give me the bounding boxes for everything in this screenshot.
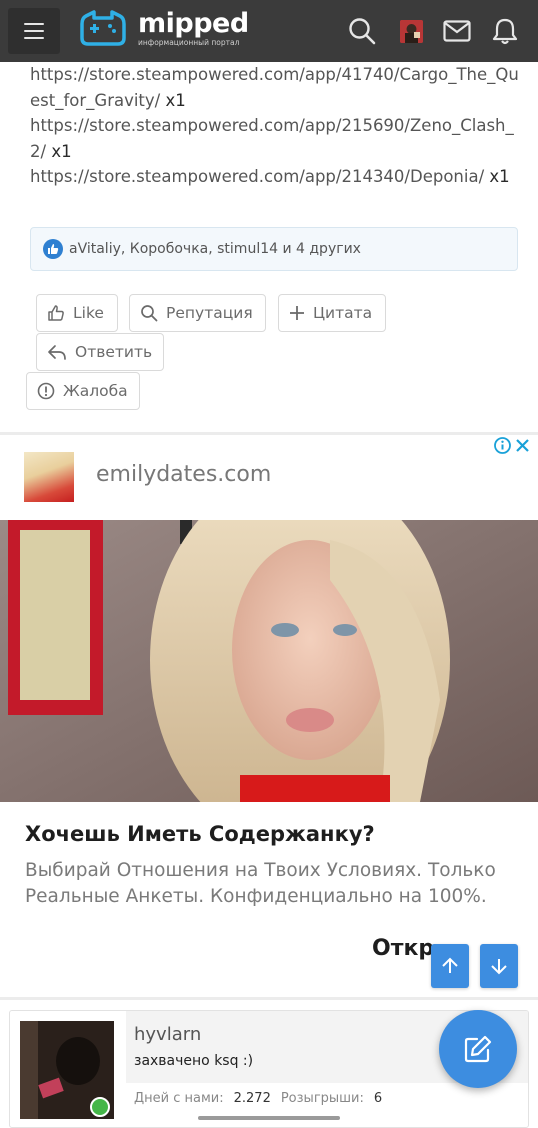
quote-button[interactable]: Цитата: [278, 294, 386, 332]
reputation-button[interactable]: Репутация: [129, 294, 266, 332]
post-body: https://store.steampowered.com/app/41740…: [30, 62, 520, 190]
bell-icon: [492, 18, 518, 45]
ad-domain: emilydates.com: [96, 462, 272, 487]
giveaways-label: Розыгрыши:: [280, 1091, 364, 1106]
menu-line-icon: [24, 30, 44, 32]
section-divider: [0, 997, 538, 1000]
reply-arrow-icon: [48, 345, 66, 360]
quote-label: Цитата: [313, 304, 373, 322]
item-count: x1: [165, 90, 186, 110]
ad-open-label: Откр: [372, 936, 435, 961]
gamepad-logo-icon: [80, 10, 126, 46]
hamburger-menu-button[interactable]: [8, 8, 60, 54]
scroll-up-button[interactable]: [431, 944, 469, 988]
home-indicator: [198, 1116, 340, 1120]
ad-thumbnail: [24, 452, 74, 502]
ad-controls: [494, 437, 530, 454]
ad-image[interactable]: [0, 520, 538, 802]
likes-text: aVitaliy, Коробочка, stimul14 и 4 других: [69, 241, 361, 257]
steam-link[interactable]: https://store.steampowered.com/app/21434…: [30, 167, 484, 186]
arrow-up-icon: [442, 957, 458, 973]
ad-description: Выбирай Отношения на Твоих Условиях. Тол…: [25, 860, 496, 907]
search-icon: [141, 305, 158, 322]
item-count: x1: [489, 167, 510, 186]
days-label: Дней с нами:: [134, 1091, 224, 1106]
username[interactable]: hyvlarn: [134, 1024, 201, 1045]
reply-button[interactable]: Ответить: [36, 333, 164, 371]
item-count: x1: [51, 141, 72, 161]
post-line: https://store.steampowered.com/app/21569…: [30, 113, 520, 164]
scroll-down-button[interactable]: [480, 944, 518, 988]
ad-photo: [0, 520, 538, 802]
ad-header[interactable]: emilydates.com: [0, 435, 538, 520]
online-status-badge: [90, 1097, 110, 1117]
avatar-image-icon: [400, 20, 423, 43]
menu-line-icon: [24, 23, 44, 25]
reply-label: Ответить: [75, 343, 153, 361]
logo-name: mipped: [138, 8, 249, 39]
close-icon[interactable]: [515, 438, 530, 453]
thumbs-up-icon: [43, 239, 63, 259]
steam-link[interactable]: https://store.steampowered.com/app/41740…: [30, 65, 519, 110]
search-button[interactable]: [347, 16, 377, 46]
report-button[interactable]: Жалоба: [26, 372, 140, 410]
messages-button[interactable]: [442, 16, 472, 46]
envelope-icon: [443, 20, 471, 42]
menu-line-icon: [24, 37, 44, 39]
logo-subtitle: информационный портал: [138, 38, 240, 47]
report-label: Жалоба: [63, 382, 128, 400]
site-logo[interactable]: mipped информационный портал: [80, 10, 249, 48]
days-value: 2.272: [233, 1091, 271, 1106]
search-icon: [349, 18, 376, 45]
user-stats: Дней с нами: 2.272 Розыгрыши: 6: [134, 1091, 382, 1106]
giveaways-value: 6: [373, 1091, 383, 1106]
ad-open-link[interactable]: Откр: [372, 936, 434, 961]
user-avatar-button[interactable]: [400, 20, 423, 43]
info-icon[interactable]: [494, 437, 511, 454]
post-line: https://store.steampowered.com/app/21434…: [30, 164, 520, 190]
plus-icon: [290, 306, 304, 320]
user-title: захвачено ksq :): [134, 1053, 254, 1069]
top-header: mipped информационный портал: [0, 0, 538, 62]
like-button[interactable]: Like: [36, 294, 118, 332]
notifications-button[interactable]: [490, 16, 520, 46]
arrow-down-icon: [491, 959, 507, 975]
thumbs-up-outline-icon: [48, 305, 64, 321]
exclamation-circle-icon: [37, 382, 55, 400]
likes-summary[interactable]: aVitaliy, Коробочка, stimul14 и 4 других: [30, 227, 518, 271]
post-line: https://store.steampowered.com/app/41740…: [30, 62, 520, 113]
ad-title[interactable]: Хочешь Иметь Содержанку?: [25, 822, 375, 846]
like-label: Like: [73, 304, 104, 322]
reputation-label: Репутация: [166, 304, 253, 322]
compose-post-button[interactable]: [439, 1010, 517, 1088]
steam-link[interactable]: https://store.steampowered.com/app/21569…: [30, 116, 514, 161]
edit-icon: [464, 1035, 492, 1063]
